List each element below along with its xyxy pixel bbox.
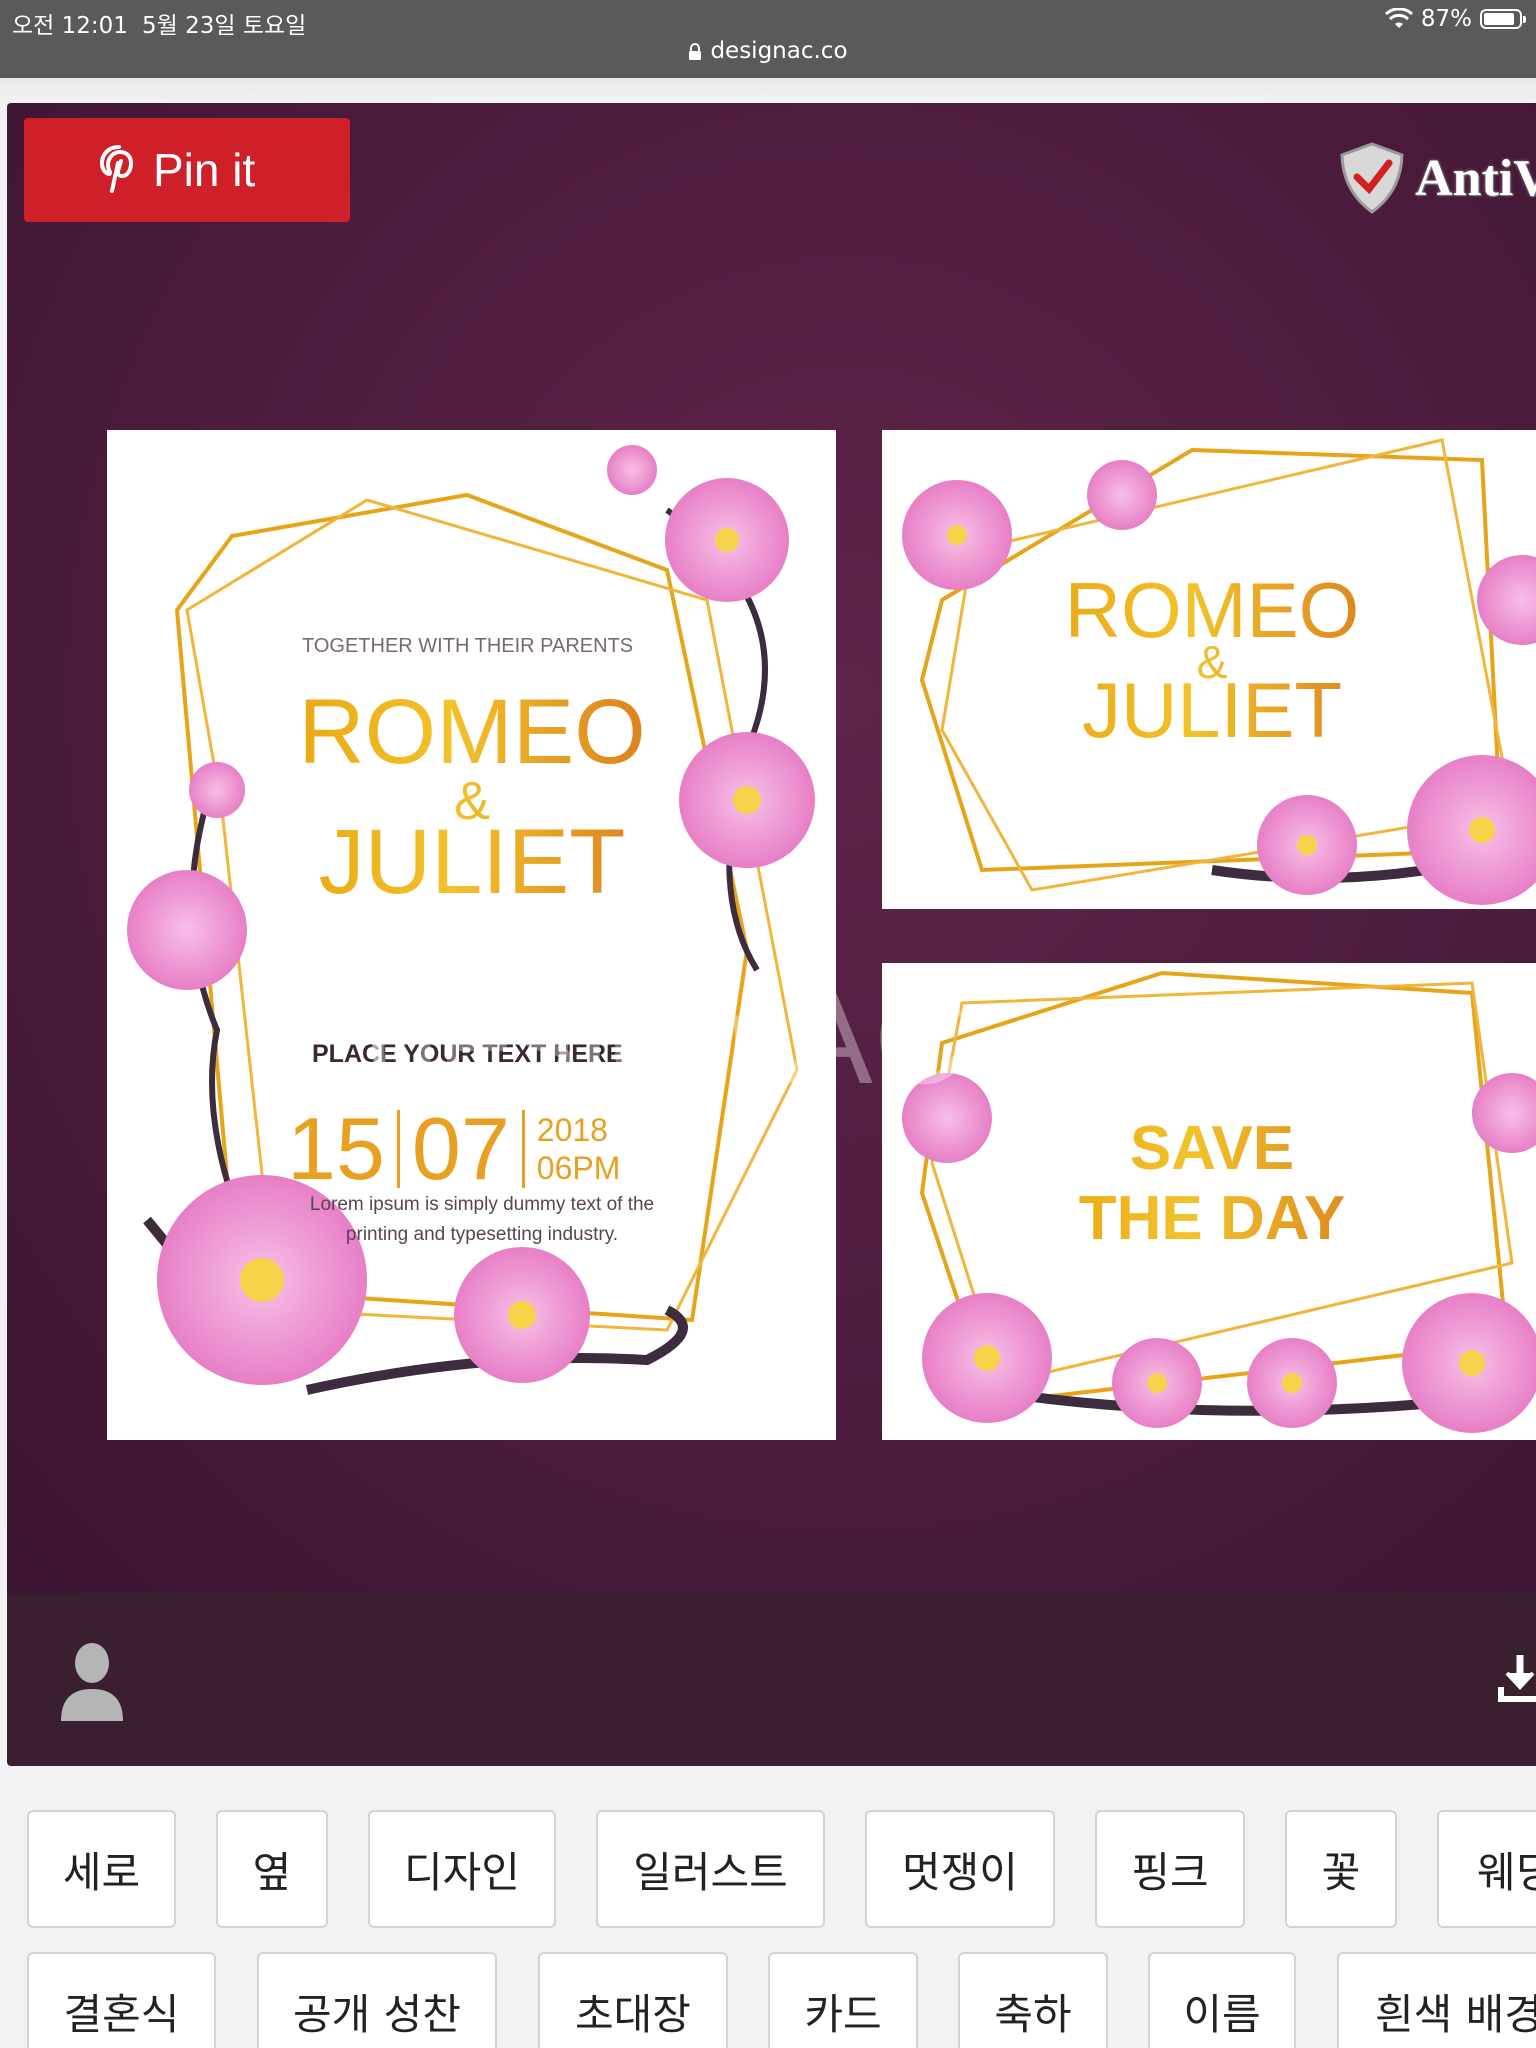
name-card-page: ROMEO & JULIET bbox=[882, 430, 1536, 909]
shield-check-icon bbox=[1340, 142, 1404, 214]
invitation-lorem-line1: Lorem ipsum is simply dummy text of the bbox=[309, 1194, 655, 1215]
save-the-day-page: SAVE THE DAY bbox=[882, 963, 1536, 1440]
antivirus-badge: AntiV bbox=[1337, 141, 1536, 215]
invitation-name2: JULIET bbox=[257, 810, 687, 915]
tag-button[interactable]: 핑크 bbox=[1095, 1810, 1245, 1928]
pin-it-button[interactable]: Pin it bbox=[24, 118, 350, 222]
tag-button[interactable]: 축하 bbox=[958, 1952, 1108, 2048]
status-right: 87% bbox=[1384, 6, 1526, 32]
antivirus-text: AntiV bbox=[1415, 149, 1536, 207]
tag-button[interactable]: 멋쟁이 bbox=[865, 1810, 1055, 1928]
preview-footer bbox=[7, 1593, 1536, 1766]
tag-button[interactable]: 세로 bbox=[27, 1810, 176, 1928]
battery-icon bbox=[1480, 9, 1526, 29]
invitation-time: 06PM bbox=[536, 1150, 621, 1186]
tag-button[interactable]: 공개 성찬 bbox=[257, 1952, 497, 2048]
tag-button[interactable]: 웨딩 bbox=[1437, 1810, 1536, 1928]
wifi-icon bbox=[1384, 8, 1413, 28]
tag-button[interactable]: 흰색 배경 bbox=[1337, 1952, 1536, 2048]
status-date: 5월 23일 토요일 bbox=[142, 13, 307, 39]
lock-icon bbox=[689, 42, 702, 60]
tag-button[interactable]: 일러스트 bbox=[596, 1810, 825, 1928]
preview-card: TOGETHER WITH THEIR PARENTS ROMEO & JULI… bbox=[7, 103, 1536, 1766]
tag-button[interactable]: 옆 bbox=[216, 1810, 328, 1928]
date-divider bbox=[521, 1110, 525, 1188]
url-text[interactable]: designac.co bbox=[710, 38, 847, 64]
tag-button[interactable]: 결혼식 bbox=[27, 1952, 216, 2048]
invitation-lorem-line2: printing and typesetting industry. bbox=[345, 1224, 619, 1245]
invitation-tagline: TOGETHER WITH THEIR PARENTS bbox=[302, 635, 634, 657]
tag-button[interactable]: 이름 bbox=[1148, 1952, 1296, 2048]
invitation-date: 15 07 2018 06PM bbox=[287, 1105, 620, 1193]
invitation-lorem: Lorem ipsum is simply dummy text of the … bbox=[257, 1190, 707, 1250]
watermark-text: design AC bbox=[367, 965, 969, 1111]
user-avatar-icon[interactable] bbox=[59, 1641, 125, 1723]
toolbar-shadow bbox=[0, 78, 1536, 102]
save-line2: THE DAY bbox=[1012, 1183, 1412, 1254]
invitation-day: 15 bbox=[287, 1099, 385, 1198]
preview-image[interactable]: TOGETHER WITH THEIR PARENTS ROMEO & JULI… bbox=[7, 103, 1536, 1593]
status-bar: 오전 12:01 5월 23일 토요일 87% designac.co bbox=[0, 0, 1536, 78]
download-icon[interactable] bbox=[1497, 1653, 1536, 1703]
invitation-page: TOGETHER WITH THEIR PARENTS ROMEO & JULI… bbox=[107, 430, 836, 1440]
invitation-year-time: 2018 06PM bbox=[537, 1111, 621, 1188]
tag-button[interactable]: 카드 bbox=[768, 1952, 918, 2048]
status-time: 오전 12:01 bbox=[12, 13, 128, 39]
tag-button[interactable]: 디자인 bbox=[368, 1810, 556, 1928]
card-name2: JULIET bbox=[1012, 665, 1412, 756]
battery-percent: 87% bbox=[1420, 6, 1472, 32]
pinterest-icon bbox=[99, 145, 134, 193]
address-bar[interactable]: designac.co bbox=[0, 38, 1536, 64]
invitation-decoration bbox=[127, 445, 815, 1395]
tag-button[interactable]: 꽃 bbox=[1285, 1810, 1397, 1928]
pin-it-label: Pin it bbox=[153, 144, 256, 196]
date-divider bbox=[396, 1110, 400, 1188]
save-line1: SAVE bbox=[1012, 1113, 1412, 1184]
invitation-year: 2018 bbox=[536, 1111, 608, 1148]
tag-button[interactable]: 초대장 bbox=[538, 1952, 728, 2048]
tag-list: 세로 옆 디자인 일러스트 멋쟁이 핑크 꽃 웨딩 결혼식 공개 성찬 초대장 … bbox=[0, 1766, 1536, 2048]
